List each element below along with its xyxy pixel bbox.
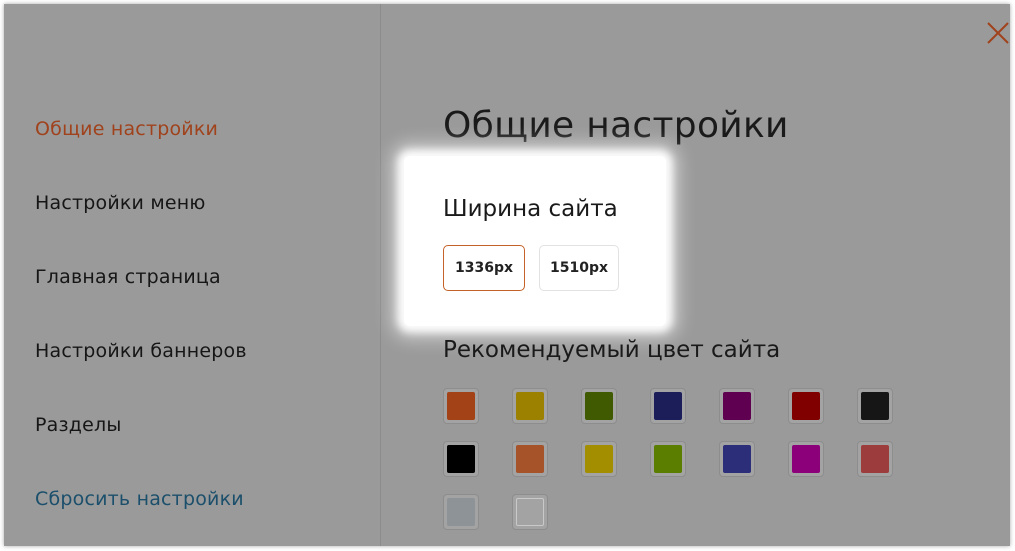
sidebar-item-general-settings[interactable]: Общие настройки	[35, 118, 218, 140]
color-swatch[interactable]	[857, 388, 893, 424]
color-swatch-chip	[723, 445, 751, 473]
color-swatch[interactable]	[581, 388, 617, 424]
color-swatch[interactable]	[512, 388, 548, 424]
color-swatch[interactable]	[443, 441, 479, 477]
site-color-label: Рекомендуемый цвет сайта	[443, 337, 781, 363]
color-swatch-chip	[654, 392, 682, 420]
color-swatch[interactable]	[581, 441, 617, 477]
page-title: Общие настройки	[443, 105, 789, 146]
color-swatch-chip	[585, 445, 613, 473]
color-swatch-chip	[447, 392, 475, 420]
width-option-1336[interactable]: 1336px	[443, 245, 525, 291]
color-swatch[interactable]	[443, 388, 479, 424]
color-swatch-chip	[516, 498, 544, 526]
color-swatch-chip	[516, 445, 544, 473]
color-swatch[interactable]	[512, 494, 548, 530]
color-swatch-chip	[861, 392, 889, 420]
color-swatch[interactable]	[443, 494, 479, 530]
color-swatch-chip	[654, 445, 682, 473]
color-swatch[interactable]	[719, 441, 755, 477]
settings-panel: Общие настройки Настройки меню Главная с…	[4, 4, 1010, 546]
divider	[380, 4, 381, 546]
site-width-highlight	[404, 156, 666, 326]
color-swatch[interactable]	[788, 388, 824, 424]
close-button[interactable]	[986, 21, 1010, 45]
sidebar-item-banner-settings[interactable]: Настройки баннеров	[35, 340, 247, 362]
close-icon	[987, 22, 1009, 44]
site-width-label: Ширина сайта	[443, 196, 618, 222]
color-swatch-chip	[861, 445, 889, 473]
color-swatch-chip	[447, 498, 475, 526]
color-swatch[interactable]	[788, 441, 824, 477]
width-option-1510[interactable]: 1510px	[539, 245, 619, 291]
color-swatch[interactable]	[719, 388, 755, 424]
color-swatch-chip	[792, 445, 820, 473]
sidebar-item-home-page[interactable]: Главная страница	[35, 266, 221, 288]
sidebar-item-menu-settings[interactable]: Настройки меню	[35, 192, 206, 214]
color-swatch[interactable]	[512, 441, 548, 477]
reset-settings-link[interactable]: Сбросить настройки	[35, 488, 244, 510]
color-swatch-chip	[723, 392, 751, 420]
color-swatch-chip	[516, 392, 544, 420]
color-swatch-chip	[792, 392, 820, 420]
sidebar-item-sections[interactable]: Разделы	[35, 414, 122, 436]
color-swatch-chip	[585, 392, 613, 420]
color-swatch[interactable]	[650, 388, 686, 424]
color-swatch[interactable]	[857, 441, 893, 477]
color-swatch[interactable]	[650, 441, 686, 477]
color-swatch-chip	[447, 445, 475, 473]
